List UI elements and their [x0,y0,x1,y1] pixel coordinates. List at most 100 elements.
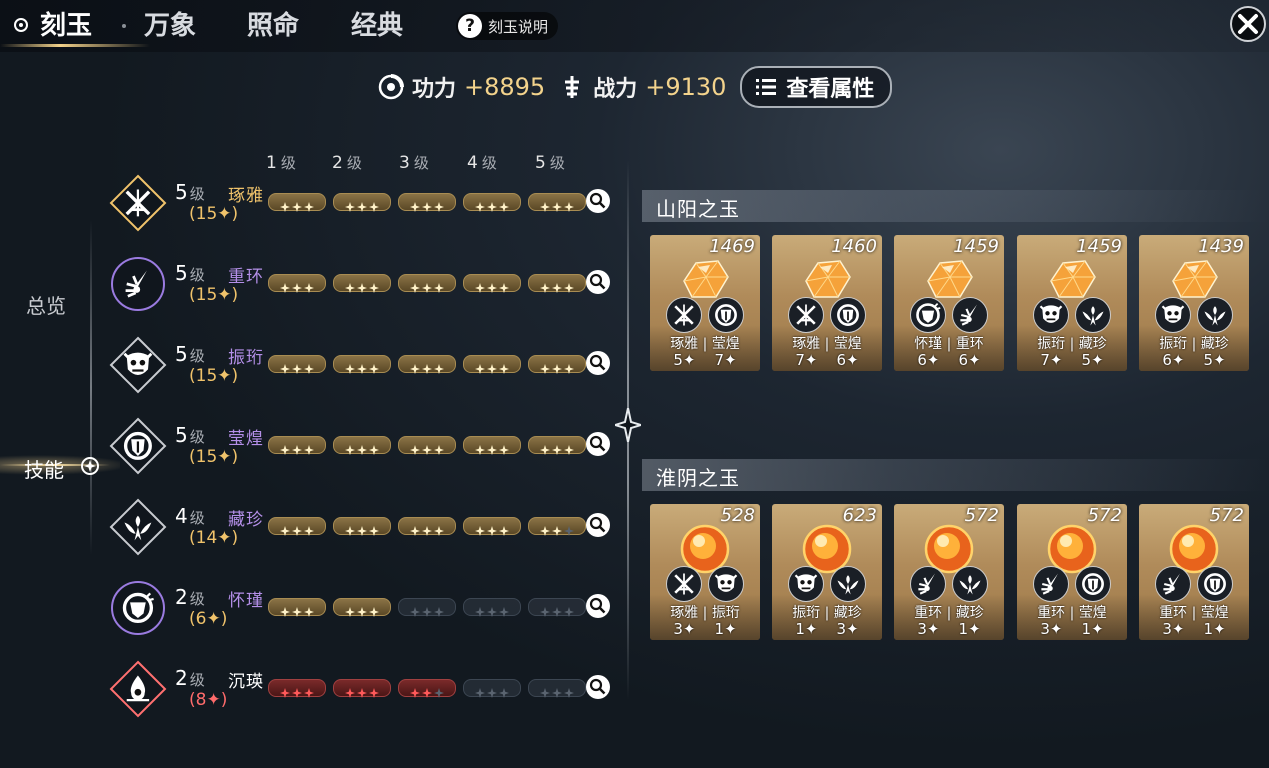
card-skill-icon-a [788,297,824,333]
pip-star [540,197,550,212]
skill-detail-button[interactable] [586,675,610,699]
skill-level-number: 5 [175,342,188,366]
pip-star [540,440,550,455]
level-header-2: 2级 [332,152,362,173]
level-header-unit: 级 [481,154,497,172]
level-pip-4 [463,193,521,212]
jade-card[interactable]: 572 重环 | 藏珍 3✦ 1✦ [894,504,1004,640]
round-shield-icon [916,303,941,327]
skill-detail-button[interactable] [586,189,610,213]
jade-card[interactable]: 572 重环 | 莹煌 3✦ 1✦ [1139,504,1249,640]
pip-star [499,602,509,617]
jade-card[interactable]: 1460 琢雅 | 莹煌 7✦ 6✦ [772,235,882,371]
pip-star [345,197,355,212]
jade-card[interactable]: 1459 怀瑾 | 重环 6✦ 6✦ [894,235,1004,371]
pip-star [540,278,550,293]
skill-level-unit: 级 [189,266,205,284]
pip-star [304,683,314,698]
pip-star [499,278,509,293]
pip-star [564,602,574,617]
jade-card[interactable]: 1469 琢雅 | 莹煌 5✦ 7✦ [650,235,760,371]
pip-star [499,359,509,374]
pip-star [487,521,497,536]
level-pip-5 [528,679,586,698]
card-skill-icon-a [910,297,946,333]
card-stars-a: 1✦ [795,620,818,638]
card-skill-a: 怀瑾 [914,336,943,352]
pip-star [410,440,420,455]
level-pip-4 [463,517,521,536]
skill-detail-button[interactable] [586,351,610,375]
sidebar-item-overview[interactable]: 总览 [26,290,66,319]
shield-crest-icon [1204,573,1226,595]
card-skill-icon-a [910,566,946,602]
sidebar-item-skills[interactable]: 技能 [24,454,64,483]
pip-star [292,683,302,698]
magnifier-icon [589,273,606,290]
skill-level: 5级 [175,180,205,204]
jade-card[interactable]: 572 重环 | 莹煌 3✦ 1✦ [1017,504,1127,640]
card-skill-a: 重环 [1159,605,1188,621]
tab-jingdian[interactable]: 经典 [351,6,403,46]
skill-name: 莹煌 [228,429,264,449]
skill-detail-button[interactable] [586,513,610,537]
pip-star [357,197,367,212]
blade-burst-icon [918,573,935,595]
pip-star [292,602,302,617]
magnifier-icon [589,678,606,695]
tab-zhaoming[interactable]: 照命 [247,6,299,46]
skill-row: 5 级 重环 (15✦) [105,253,625,315]
pip-star [487,197,497,212]
close-button[interactable] [1230,6,1266,42]
level-pip-1 [268,193,326,212]
skill-level-unit: 级 [189,185,205,203]
skill-detail-button[interactable] [586,594,610,618]
stat-bar: 功力 +8895 战力 +9130 查看属性 [378,66,893,108]
pip-star [280,359,290,374]
pip-star [304,521,314,536]
skill-star-count: (6✦) [189,609,228,629]
card-skill-b: 莹煌 [1078,605,1107,621]
pip-star [280,602,290,617]
pip-star [475,683,485,698]
pip-star [499,683,509,698]
magnifier-icon [589,597,606,614]
skill-level-unit: 级 [189,590,205,608]
pip-star [487,683,497,698]
pip-star [552,440,562,455]
section-header: 淮阴之玉 [642,459,1269,491]
level-header-3: 3级 [399,152,429,173]
skill-level: 4级 [175,504,205,528]
card-stars-b: 6✦ [958,351,981,369]
jade-card[interactable]: 1439 振珩 | 藏珍 6✦ 5✦ [1139,235,1249,371]
card-skill-b: 藏珍 [1200,336,1229,352]
pip-star [410,683,420,698]
card-stars-a: 7✦ [1040,351,1063,369]
view-attributes-button[interactable]: 查看属性 [740,66,893,108]
jade-card[interactable]: 623 振珩 | 藏珍 1✦ 3✦ [772,504,882,640]
skill-detail-button[interactable] [586,432,610,456]
card-skill-names: 怀瑾 | 重环 [914,336,984,352]
jade-card[interactable]: 1459 振珩 | 藏珍 7✦ 5✦ [1017,235,1127,371]
pip-star [345,440,355,455]
demon-mask-icon [794,574,818,592]
magnifier-icon [589,354,606,371]
card-skill-icon-a [1033,297,1069,333]
card-skill-icon-a [1155,297,1191,333]
tab-wanxiang[interactable]: 万象 [144,6,196,46]
level-pip-4 [463,355,521,374]
tab-keyu[interactable]: 刻玉 [40,6,92,46]
level-pip-4 [463,598,521,617]
blade-burst-icon [960,304,977,326]
skill-progress-pips [268,679,593,698]
pip-star [487,602,497,617]
pip-star [475,521,485,536]
level-pip-3 [398,355,456,374]
skills-emblem-icon [81,457,99,475]
skill-detail-button[interactable] [586,270,610,294]
pip-star [280,683,290,698]
divider-star-icon [615,408,641,442]
help-button[interactable]: ? 刻玉说明 [456,12,559,40]
pip-star [369,359,379,374]
jade-card[interactable]: 528 琢雅 | 振珩 3✦ 1✦ [650,504,760,640]
